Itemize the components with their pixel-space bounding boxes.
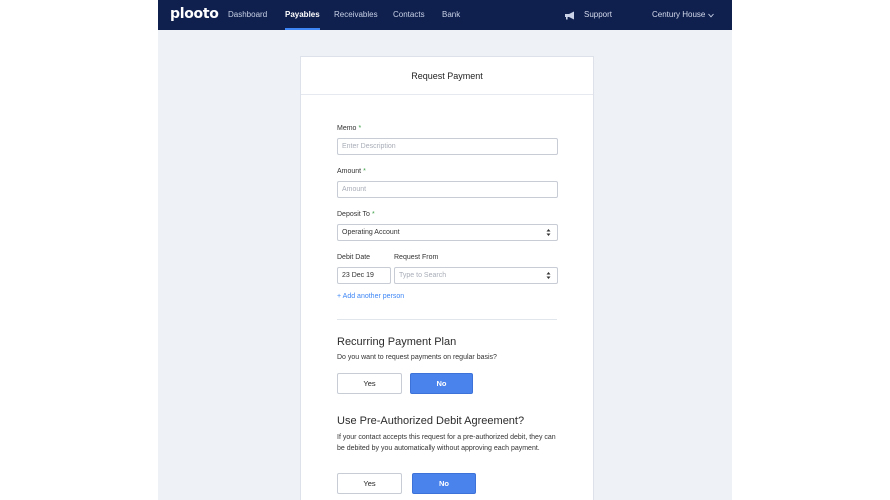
account-name: Century House: [652, 10, 706, 19]
recurring-yes-button[interactable]: Yes: [337, 373, 402, 394]
recurring-no-button[interactable]: No: [410, 373, 473, 394]
chevron-down-icon[interactable]: [708, 13, 714, 18]
amount-label: Amount *: [337, 168, 366, 175]
required-marker: *: [358, 125, 362, 132]
top-navbar: plooto Dashboard Payables Receivables Co…: [158, 0, 732, 30]
recurring-question: Do you want to request payments on regul…: [337, 354, 497, 361]
nav-item-receivables[interactable]: Receivables: [334, 0, 378, 30]
amount-input[interactable]: Amount: [337, 181, 558, 198]
app-window: plooto Dashboard Payables Receivables Co…: [158, 0, 732, 500]
nav-item-payables[interactable]: Payables: [285, 0, 320, 30]
nav-item-label: Payables: [285, 10, 320, 19]
required-marker: *: [363, 168, 366, 175]
memo-label-text: Memo: [337, 125, 357, 132]
memo-label: Memo *: [337, 125, 361, 132]
megaphone-icon: [565, 11, 574, 20]
debit-date-label: Debit Date: [337, 254, 371, 261]
support-link[interactable]: Support: [565, 0, 613, 30]
request-from-label: Request From: [394, 254, 439, 261]
recurring-title: Recurring Payment Plan: [337, 336, 457, 348]
select-arrows-icon: [546, 229, 551, 236]
deposit-to-label: Deposit To *: [337, 211, 375, 218]
request-payment-card: Request Payment Memo * Enter Description …: [300, 56, 594, 500]
memo-input[interactable]: Enter Description: [337, 138, 558, 155]
card-title: Request Payment: [301, 57, 593, 95]
plooto-logo[interactable]: plooto: [170, 6, 219, 22]
nav-item-contacts[interactable]: Contacts: [393, 0, 425, 30]
select-arrows-icon: [546, 272, 551, 279]
amount-label-text: Amount: [337, 168, 362, 175]
account-switcher[interactable]: Century House: [652, 0, 705, 30]
request-from-search[interactable]: Type to Search: [394, 267, 558, 284]
pad-yes-button[interactable]: Yes: [337, 473, 402, 494]
pad-title: Use Pre-Authorized Debit Agreement?: [337, 415, 525, 427]
nav-item-bank[interactable]: Bank: [442, 0, 460, 30]
required-marker: *: [371, 211, 375, 218]
debit-date-input[interactable]: 23 Dec 19: [337, 267, 391, 284]
support-label: Support: [584, 10, 613, 19]
deposit-to-select[interactable]: Operating Account: [337, 224, 558, 241]
add-another-person-link[interactable]: + Add another person: [337, 293, 404, 300]
deposit-to-label-text: Deposit To: [337, 211, 370, 218]
section-divider: [337, 319, 557, 320]
pad-description: If your contact accepts this request for…: [337, 434, 556, 452]
pad-no-button[interactable]: No: [412, 473, 476, 494]
deposit-to-value: Operating Account: [342, 229, 400, 236]
active-tab-indicator: [285, 28, 320, 30]
nav-item-dashboard[interactable]: Dashboard: [228, 0, 267, 30]
request-from-placeholder: Type to Search: [399, 272, 447, 279]
